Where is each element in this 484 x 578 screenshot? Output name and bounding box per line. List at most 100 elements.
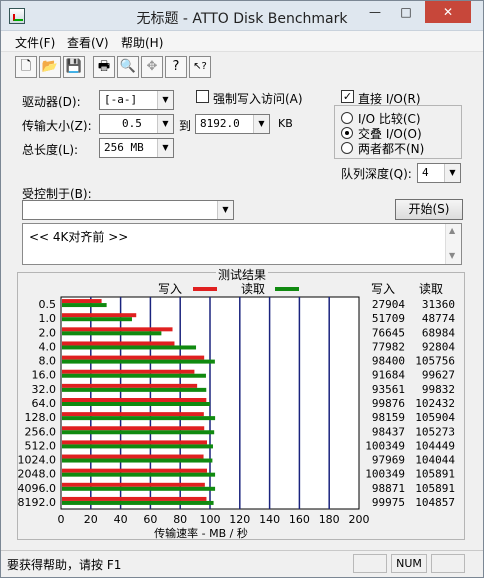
- neither-radio[interactable]: [341, 142, 353, 154]
- total-length-select[interactable]: 256 MB ▼: [99, 138, 174, 158]
- menu-bar: 文件(F) 查看(V) 帮助(H): [1, 31, 483, 52]
- controlled-by-select[interactable]: ▼: [22, 200, 234, 220]
- read-bar: [62, 345, 197, 350]
- read-value: 102432: [415, 397, 455, 410]
- save-icon[interactable]: 💾: [63, 56, 85, 78]
- scroll-down-icon[interactable]: ▼: [449, 251, 455, 260]
- drive-label: 驱动器(D):: [22, 95, 81, 109]
- x-tick-label: 40: [114, 513, 128, 526]
- chevron-down-icon: ▼: [157, 115, 173, 133]
- move-icon[interactable]: ✥: [141, 56, 163, 78]
- read-bar: [62, 416, 216, 421]
- read-value: 105756: [415, 355, 455, 368]
- menu-help[interactable]: 帮助(H): [121, 34, 163, 51]
- x-tick-label: 200: [349, 513, 370, 526]
- read-bar: [62, 472, 216, 477]
- description-scrollbar[interactable]: ▲ ▼: [445, 224, 461, 264]
- write-value: 100349: [365, 468, 405, 481]
- write-value: 100349: [365, 439, 405, 452]
- category-label: 4096.0: [18, 482, 57, 495]
- write-bar: [62, 468, 208, 473]
- benchmark-chart: 写入 读取 写入 读取 0 20 40 60 80 100 120 140 160 180 200 传输速率 …: [18, 282, 456, 540]
- read-bar: [62, 317, 132, 322]
- category-label: 32.0: [32, 383, 57, 396]
- transfer-to-select[interactable]: 8192.0 ▼: [195, 114, 270, 134]
- write-value: 51709: [372, 312, 405, 325]
- write-value: 99876: [372, 397, 405, 410]
- start-button[interactable]: 开始(S): [395, 199, 463, 220]
- category-label: 1.0: [39, 312, 57, 325]
- write-bar: [62, 426, 205, 431]
- write-bar: [62, 482, 205, 487]
- queue-depth-label: 队列深度(Q):: [341, 167, 412, 181]
- menu-view[interactable]: 查看(V): [67, 34, 109, 51]
- direct-io-checkbox[interactable]: ✓: [341, 90, 354, 103]
- drive-value: [-a-]: [104, 93, 138, 106]
- read-value: 68984: [422, 326, 455, 339]
- write-value: 27904: [372, 298, 405, 311]
- status-bar: 要获得帮助，请按 F1 NUM: [1, 550, 483, 577]
- read-bar: [62, 331, 162, 336]
- drive-select[interactable]: [-a-] ▼: [99, 90, 174, 110]
- legend-write-label: 写入: [158, 282, 182, 296]
- transfer-size-label: 传输大小(Z):: [22, 119, 92, 133]
- x-tick-label: 60: [143, 513, 157, 526]
- print-preview-icon[interactable]: 🔍: [117, 56, 139, 78]
- force-write-label: 强制写入访问(A): [213, 92, 303, 106]
- print-icon[interactable]: 🖶: [93, 56, 115, 78]
- x-tick-label: 160: [289, 513, 310, 526]
- chevron-down-icon: ▼: [253, 115, 269, 133]
- read-value: 105891: [415, 482, 455, 495]
- title-bar: 无标题 - ATTO Disk Benchmark — □ ✕: [1, 1, 483, 31]
- write-bar: [62, 454, 204, 459]
- description-text: << 4K对齐前 >>: [29, 230, 129, 244]
- close-button[interactable]: ✕: [425, 1, 471, 23]
- category-label: 8.0: [39, 355, 57, 368]
- category-label: 512.0: [25, 439, 57, 452]
- x-axis-label: 传输速率 - MB / 秒: [154, 526, 248, 540]
- category-label: 0.5: [39, 298, 57, 311]
- total-length-label: 总长度(L):: [22, 143, 79, 157]
- x-tick-label: 100: [200, 513, 221, 526]
- category-label: 2048.0: [18, 468, 57, 481]
- overlapped-io-radio[interactable]: [341, 127, 353, 139]
- read-bar: [62, 303, 107, 308]
- write-value: 99975: [372, 496, 405, 509]
- read-value: 104857: [415, 496, 455, 509]
- read-bar: [62, 359, 215, 364]
- write-bar: [62, 355, 205, 360]
- chevron-down-icon: ▼: [157, 91, 173, 109]
- read-value: 105891: [415, 468, 455, 481]
- chevron-down-icon: ▼: [444, 164, 460, 182]
- open-folder-icon[interactable]: 📂: [39, 56, 61, 78]
- scroll-up-icon[interactable]: ▲: [449, 226, 455, 235]
- read-bar: [62, 402, 211, 406]
- category-label: 1024.0: [18, 454, 57, 467]
- context-help-icon[interactable]: ↖?: [189, 56, 211, 78]
- write-value: 98400: [372, 355, 405, 368]
- write-bar: [62, 496, 207, 501]
- description-textbox[interactable]: << 4K对齐前 >> ▲ ▼: [22, 223, 462, 265]
- read-value: 31360: [422, 298, 455, 311]
- read-value: 105273: [415, 425, 455, 438]
- new-icon[interactable]: 🗋: [15, 56, 37, 78]
- maximize-button[interactable]: □: [392, 1, 420, 23]
- write-bar: [62, 341, 175, 346]
- write-value: 76645: [372, 326, 405, 339]
- force-write-checkbox[interactable]: [196, 90, 209, 103]
- help-icon[interactable]: ?: [165, 56, 187, 78]
- io-compare-radio[interactable]: [341, 112, 353, 124]
- write-bar: [62, 383, 198, 388]
- category-label: 128.0: [25, 411, 57, 424]
- category-label: 64.0: [32, 397, 57, 410]
- read-value: 92804: [422, 340, 455, 353]
- write-value: 93561: [372, 383, 405, 396]
- read-bar: [62, 430, 215, 435]
- transfer-from-select[interactable]: 0.5 ▼: [99, 114, 174, 134]
- minimize-button[interactable]: —: [361, 1, 389, 23]
- menu-file[interactable]: 文件(F): [15, 34, 55, 51]
- read-bar: [62, 458, 213, 463]
- status-pane-scroll: [431, 554, 465, 573]
- queue-depth-select[interactable]: 4 ▼: [417, 163, 461, 183]
- x-tick-label: 120: [229, 513, 250, 526]
